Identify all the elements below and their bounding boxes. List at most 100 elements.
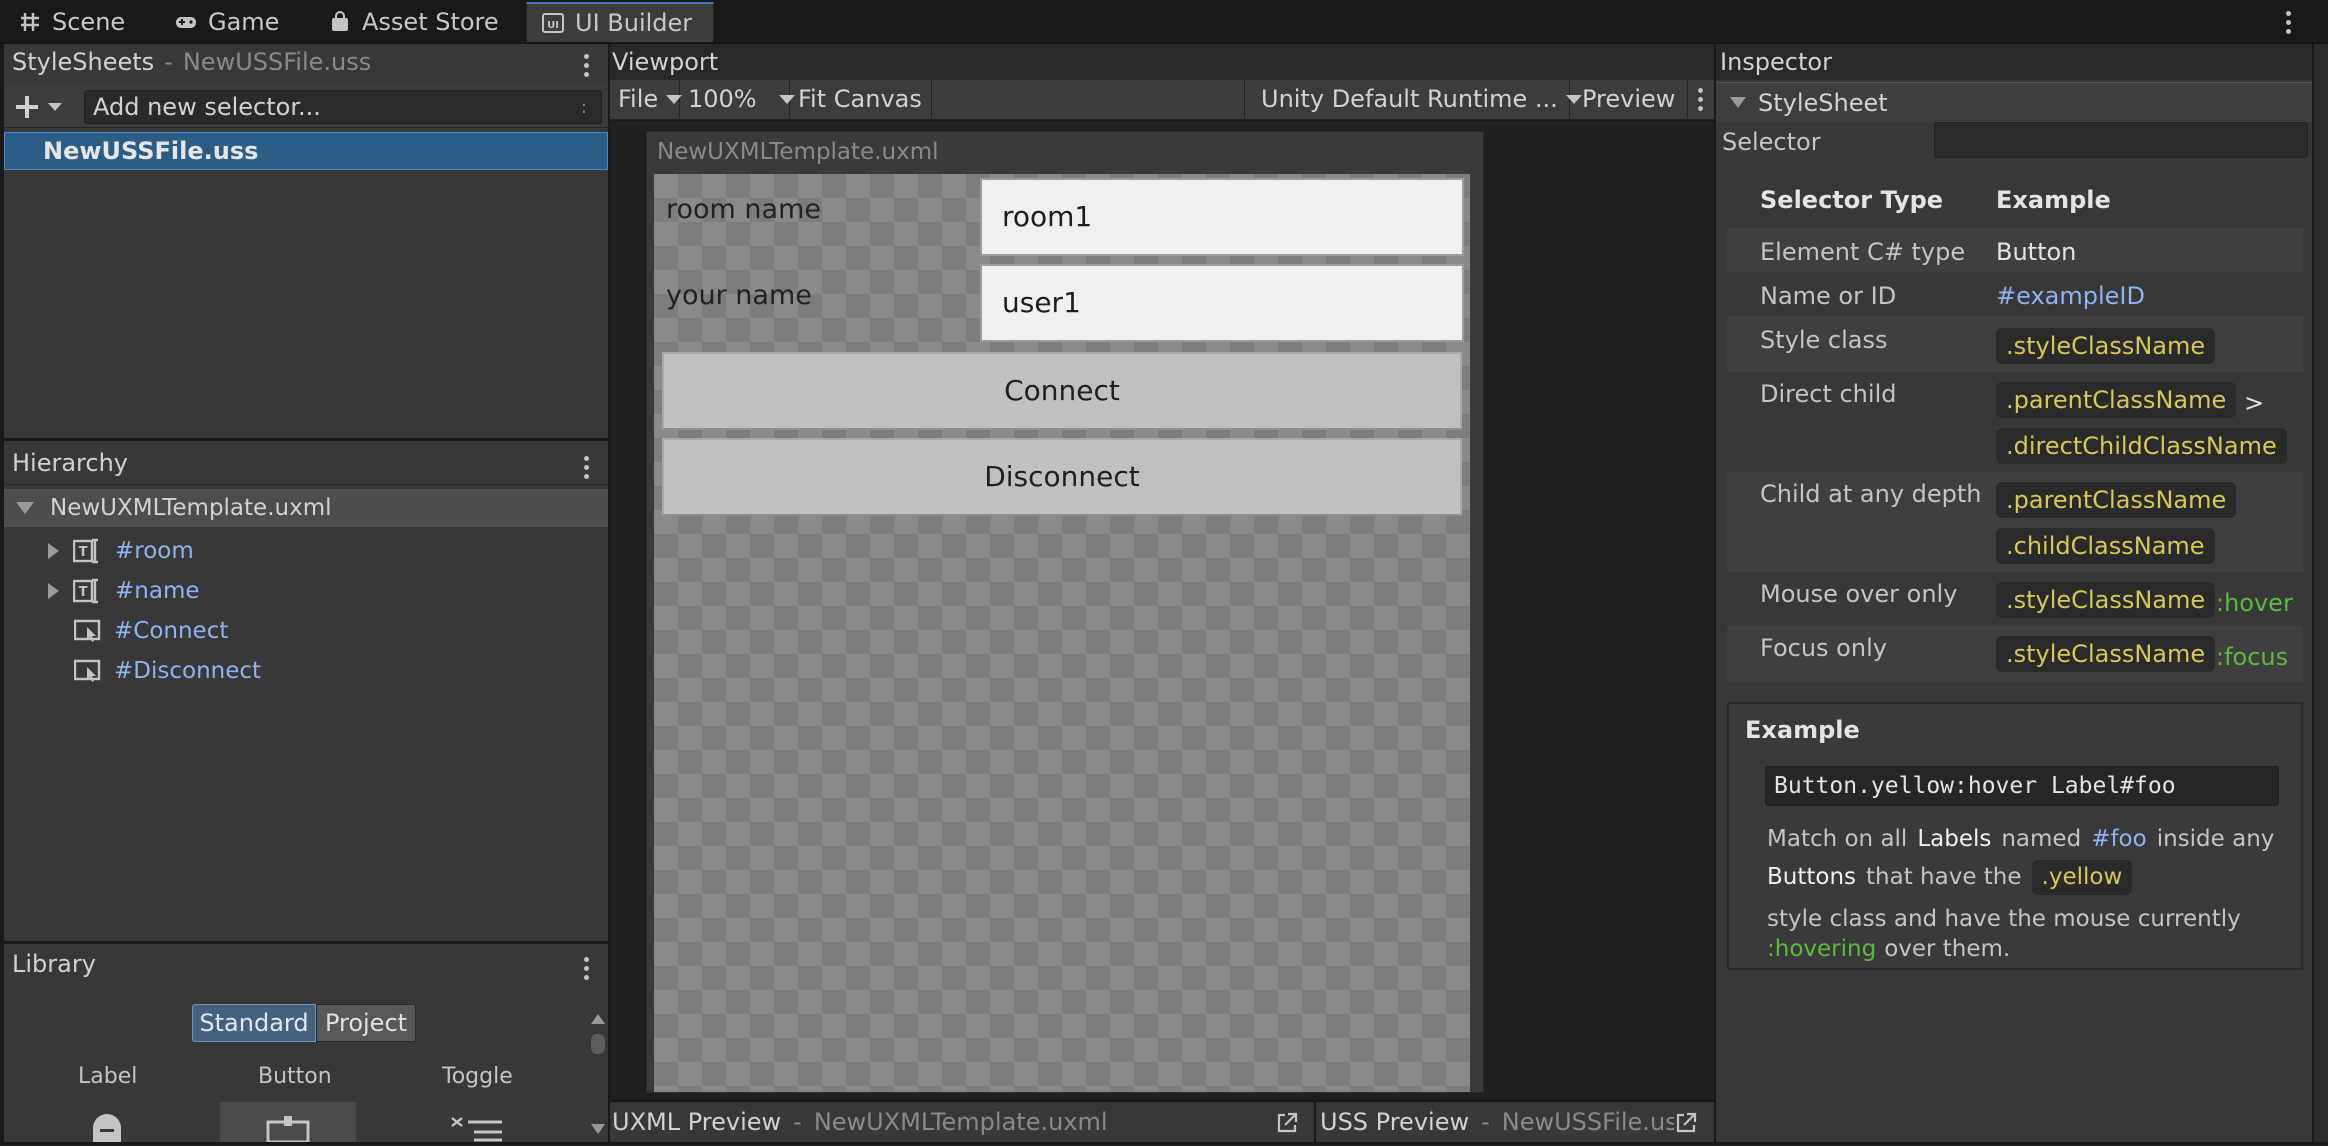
hierarchy-menu-icon[interactable]	[582, 456, 590, 479]
theme-dropdown[interactable]: Unity Default Runtime ...	[1244, 80, 1582, 118]
open-external-icon[interactable]	[1276, 1112, 1298, 1134]
desc-text: Match on all	[1767, 826, 1908, 852]
tab-ui-builder[interactable]: UI UI Builder	[526, 2, 714, 42]
hierarchy-item-room[interactable]: T #room	[48, 531, 194, 571]
hierarchy-header: Hierarchy	[4, 441, 608, 485]
stylesheets-panel: StyleSheets - NewUSSFile.uss Add new sel…	[4, 44, 608, 438]
example-chip: .yellow	[2031, 860, 2133, 895]
library-menu-icon[interactable]	[582, 957, 590, 980]
canvas-title: NewUXMLTemplate.uxml	[657, 138, 939, 165]
button-label: Connect	[1004, 374, 1120, 407]
canvas-document[interactable]: NewUXMLTemplate.uxml room name room1 you…	[646, 131, 1484, 1093]
panel-title: Inspector	[1720, 48, 1832, 76]
hierarchy-root-label: NewUXMLTemplate.uxml	[50, 494, 332, 521]
expand-arrow-icon[interactable]	[48, 583, 59, 599]
row-label: Element C# type	[1760, 238, 1966, 266]
add-selector-input[interactable]: Add new selector... :	[84, 90, 602, 124]
library-item-button[interactable]: Button	[258, 1066, 332, 1088]
hierarchy-root[interactable]: NewUXMLTemplate.uxml	[4, 489, 608, 527]
name-text-field[interactable]: user1	[980, 264, 1464, 342]
hierarchy-item-connect[interactable]: #Connect	[74, 611, 228, 651]
preview-toggle[interactable]: Preview	[1570, 80, 1688, 118]
library-tab-project[interactable]: Project	[316, 1004, 416, 1042]
fit-canvas-button[interactable]: Fit Canvas	[790, 80, 932, 118]
example-box: Example Button.yellow:hover Label#foo Ma…	[1727, 702, 2303, 970]
scene-grid-icon	[21, 13, 39, 31]
zoom-dropdown[interactable]: 100%	[680, 80, 795, 118]
panel-title: StyleSheets	[12, 48, 155, 76]
tab-label: Asset Store	[362, 8, 499, 36]
stylesheet-item-label: NewUSSFile.uss	[43, 137, 259, 165]
tab-label: Standard	[199, 1009, 309, 1037]
library-item-toggle[interactable]: Toggle	[442, 1066, 513, 1088]
expand-arrow-icon[interactable]	[48, 543, 59, 559]
desc-emphasis: Buttons	[1767, 864, 1857, 890]
add-selector-placeholder: Add new selector...	[93, 93, 321, 121]
desc-text: over them.	[1884, 936, 2011, 962]
stylesheets-menu-icon[interactable]	[582, 54, 590, 77]
selector-input[interactable]	[1934, 122, 2308, 158]
menu-label: File	[618, 85, 659, 113]
scrollbar-thumb[interactable]	[591, 1034, 605, 1054]
scroll-down-icon[interactable]	[591, 1124, 605, 1134]
disconnect-button[interactable]: Disconnect	[662, 438, 1462, 516]
chip-text: .parentClassName	[2006, 486, 2227, 514]
viewport-menu-icon[interactable]	[1696, 88, 1704, 111]
viewport-header: Viewport	[610, 44, 1714, 80]
tab-label: Scene	[52, 8, 126, 36]
example-description-line4: :hovering over them.	[1767, 938, 2010, 961]
tab-scene[interactable]: Scene	[4, 2, 139, 42]
hierarchy-item-label: #Connect	[114, 617, 229, 644]
room-name-label: room name	[666, 194, 821, 225]
uxml-preview-bar[interactable]: UXML Preview - NewUXMLTemplate.uxml	[610, 1102, 1314, 1142]
button-element-icon	[74, 659, 101, 682]
canvas-title-bar[interactable]: NewUXMLTemplate.uxml	[647, 132, 1485, 172]
selector-label: Selector	[1722, 128, 1821, 156]
row-example: #exampleID	[1996, 282, 2145, 310]
expand-arrow-icon[interactable]	[16, 502, 34, 514]
gamepad-icon	[176, 17, 196, 28]
row-example: Button	[1996, 238, 2077, 266]
hierarchy-item-name[interactable]: T #name	[48, 571, 200, 611]
title-separator: -	[793, 1108, 802, 1136]
selector-options-icon[interactable]: :	[581, 99, 587, 117]
hierarchy-item-label: #room	[115, 537, 194, 564]
example-chip: .styleClassName	[1996, 328, 2216, 364]
collapse-arrow-icon[interactable]	[1730, 97, 1746, 108]
room-field-value: room1	[1002, 200, 1093, 233]
stylesheet-list-item[interactable]: NewUSSFile.uss	[4, 132, 608, 170]
library-item-button-tile[interactable]	[220, 1102, 356, 1142]
canvas-surface[interactable]: room name room1 your name user1 Connect …	[654, 174, 1470, 1092]
room-text-field[interactable]: room1	[980, 178, 1464, 256]
name-field-value: user1	[1002, 286, 1081, 319]
library-panel: Library Standard Project Label Button To…	[4, 944, 608, 1142]
tab-label: Game	[208, 8, 280, 36]
column-header-type: Selector Type	[1760, 186, 1944, 214]
uss-preview-bar[interactable]: USS Preview - NewUSSFile.uss	[1316, 1102, 1714, 1142]
tab-game[interactable]: Game	[160, 2, 293, 42]
add-stylesheet-button[interactable]	[14, 92, 74, 122]
chip-text: .directChildClassName	[2006, 432, 2277, 460]
scroll-up-icon[interactable]	[591, 1014, 605, 1024]
stylesheets-header: StyleSheets - NewUSSFile.uss	[4, 44, 608, 80]
label-element-icon	[93, 1114, 121, 1142]
editor-tab-strip: Scene Game Asset Store UI UI Builder	[0, 0, 2328, 44]
window-menu-icon[interactable]	[2284, 11, 2292, 34]
library-scrollbar[interactable]	[590, 1014, 606, 1140]
hierarchy-item-label: #name	[115, 577, 200, 604]
stylesheet-section-header[interactable]: StyleSheet	[1716, 82, 2312, 122]
svg-text:T: T	[79, 585, 88, 600]
text-field-icon: T	[73, 578, 98, 604]
connect-button[interactable]: Connect	[662, 352, 1462, 430]
example-code-field[interactable]: Button.yellow:hover Label#foo	[1765, 766, 2279, 806]
file-menu[interactable]: File	[610, 80, 683, 118]
open-external-icon[interactable]	[1674, 1112, 1698, 1134]
example-chip: .styleClassName	[1996, 582, 2216, 618]
library-item-label[interactable]: Label	[78, 1066, 137, 1088]
chip-text: .parentClassName	[2006, 386, 2227, 414]
hierarchy-item-disconnect[interactable]: #Disconnect	[74, 651, 261, 691]
library-tab-standard[interactable]: Standard	[192, 1004, 316, 1042]
tab-asset-store[interactable]: Asset Store	[314, 2, 513, 42]
desc-text: that have the	[1866, 864, 2022, 890]
toggle-element-icon	[451, 1117, 502, 1142]
